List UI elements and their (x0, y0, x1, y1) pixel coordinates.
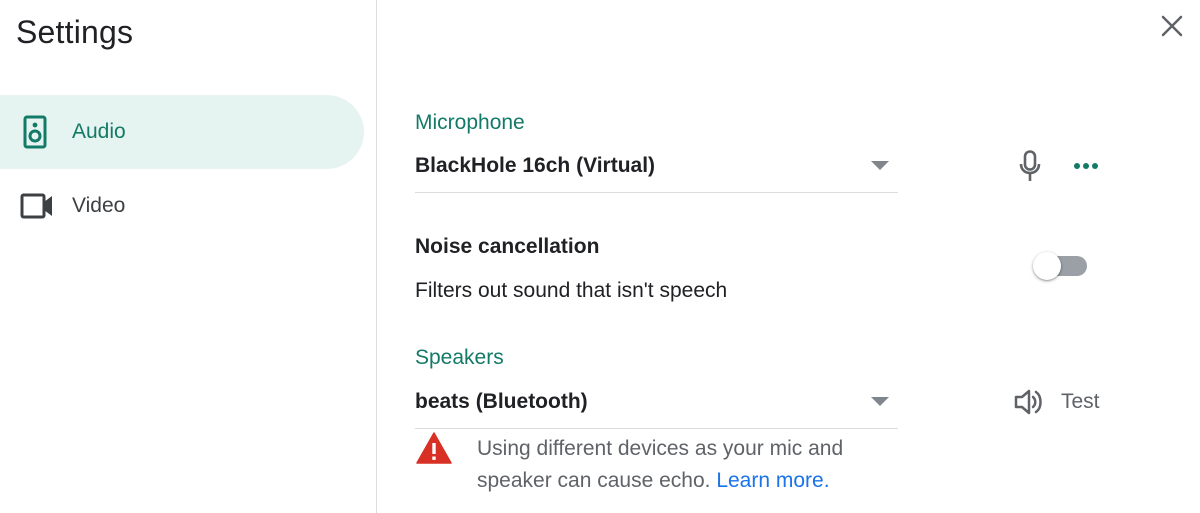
speaker-test-label: Test (1061, 390, 1100, 413)
microphone-selected-value: BlackHole 16ch (Virtual) (415, 154, 656, 177)
speaker-icon (20, 115, 50, 149)
microphone-test-button[interactable] (1012, 148, 1048, 184)
volume-icon (1014, 388, 1046, 416)
sidebar-item-label: Video (72, 194, 126, 217)
sidebar-item-video[interactable]: Video (0, 169, 364, 243)
noise-cancellation-toggle[interactable] (1033, 252, 1087, 280)
settings-title: Settings (16, 14, 134, 50)
microphone-label: Microphone (415, 111, 525, 134)
chevron-down-icon (871, 397, 889, 406)
noise-cancellation-description: Filters out sound that isn't speech (415, 279, 728, 302)
chevron-down-icon (871, 161, 889, 170)
speakers-label: Speakers (415, 346, 504, 369)
echo-warning-message: Using different devices as your mic and … (477, 433, 897, 497)
speakers-select-underline (415, 428, 898, 429)
noise-cancellation-title: Noise cancellation (415, 235, 600, 258)
settings-sidebar: Settings Audio Video (0, 0, 377, 513)
warning-icon (416, 432, 452, 464)
more-options-icon (1073, 162, 1099, 170)
close-button[interactable] (1156, 10, 1188, 42)
sidebar-item-audio[interactable]: Audio (0, 95, 364, 169)
toggle-thumb (1033, 252, 1061, 280)
sidebar-item-label: Audio (72, 120, 126, 143)
microphone-more-button[interactable] (1068, 150, 1104, 182)
learn-more-link[interactable]: Learn more. (716, 469, 829, 492)
speakers-selected-value: beats (Bluetooth) (415, 390, 588, 413)
microphone-select-underline (415, 192, 898, 193)
close-icon (1161, 15, 1183, 37)
microphone-icon (1019, 150, 1041, 182)
video-camera-icon (20, 192, 54, 220)
